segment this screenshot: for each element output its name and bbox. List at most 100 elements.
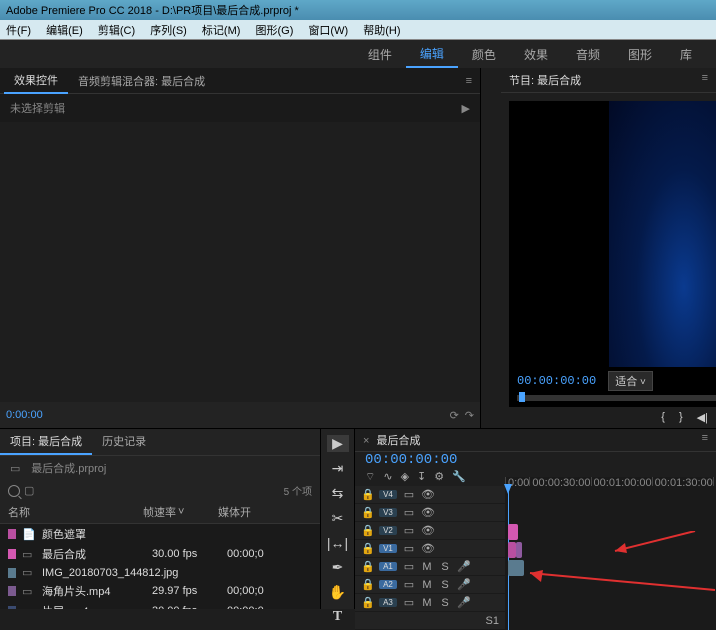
voice-over-icon[interactable]: 🎤 xyxy=(457,578,469,591)
settings-icon[interactable]: ⚙ xyxy=(434,470,444,484)
project-item-row[interactable]: ▭最后合成30.00 fps00:00;0 xyxy=(0,544,320,564)
audio-clip[interactable] xyxy=(508,560,524,576)
search-icon[interactable] xyxy=(8,485,20,497)
timeline-timecode[interactable]: 00:00:00:00 xyxy=(355,452,505,468)
voice-over-icon[interactable]: 🎤 xyxy=(457,596,469,609)
lock-icon[interactable]: 🔒 xyxy=(361,524,373,537)
lock-icon[interactable]: 🔒 xyxy=(361,560,373,573)
col-framerate[interactable]: 帧速率˅ xyxy=(143,504,218,520)
link-icon[interactable]: ∿ xyxy=(383,470,392,484)
sync-lock-icon[interactable]: ▭ xyxy=(403,488,415,501)
program-scrubber[interactable] xyxy=(517,395,716,401)
col-name[interactable]: 名称 xyxy=(8,504,143,520)
color-label[interactable] xyxy=(8,529,16,539)
program-tab[interactable]: 节目: 最后合成 xyxy=(509,75,581,87)
mute-icon[interactable]: M xyxy=(421,597,433,609)
track-badge[interactable]: V2 xyxy=(379,526,397,535)
pen-tool-icon[interactable]: ✒ xyxy=(327,559,349,576)
sync-lock-icon[interactable]: ▭ xyxy=(403,578,415,591)
col-media-start[interactable]: 媒体开 xyxy=(218,504,312,520)
sync-lock-icon[interactable]: ▭ xyxy=(403,506,415,519)
eye-icon[interactable]: 👁 xyxy=(421,488,433,501)
video-clip[interactable] xyxy=(508,524,518,540)
workspace-graphics[interactable]: 图形 xyxy=(614,42,666,67)
menu-window[interactable]: 窗口(W) xyxy=(302,20,354,40)
video-clip[interactable] xyxy=(516,542,522,558)
mute-icon[interactable]: M xyxy=(421,579,433,591)
effect-controls-body[interactable] xyxy=(0,122,480,402)
footer-timecode[interactable]: 0:00:00 xyxy=(6,409,43,421)
eye-icon[interactable]: 👁 xyxy=(421,524,433,537)
track-badge[interactable]: A1 xyxy=(379,562,397,571)
playhead-marker[interactable] xyxy=(519,392,525,402)
voice-over-icon[interactable]: 🎤 xyxy=(457,560,469,573)
snap-icon[interactable]: ⌔ xyxy=(365,470,375,484)
workspace-color[interactable]: 颜色 xyxy=(458,42,510,67)
tab-history[interactable]: 历史记录 xyxy=(92,429,156,455)
audio-track-header[interactable]: 🔒 A2 ▭ MS 🎤 xyxy=(355,576,505,594)
video-clip[interactable] xyxy=(508,542,516,558)
solo-icon[interactable]: S xyxy=(439,579,451,591)
filter-bin-icon[interactable]: ▢ xyxy=(24,484,34,497)
menu-clip[interactable]: 剪辑(C) xyxy=(92,20,141,40)
menu-file[interactable]: 件(F) xyxy=(0,20,37,40)
video-track-header[interactable]: 🔒V4▭👁 xyxy=(355,486,505,504)
program-video-view[interactable]: 00:00:00:00 适合 ˅ xyxy=(509,101,716,407)
sequence-tab[interactable]: 最后合成 xyxy=(377,435,421,447)
eye-icon[interactable]: 👁 xyxy=(421,506,433,519)
timeline-playhead[interactable] xyxy=(508,486,509,630)
tab-audio-clip-mixer[interactable]: 音频剪辑混合器: 最后合成 xyxy=(68,69,215,93)
lock-icon[interactable]: 🔒 xyxy=(361,578,373,591)
program-timecode[interactable]: 00:00:00:00 xyxy=(517,374,596,388)
workspace-audio[interactable]: 音频 xyxy=(562,42,614,67)
track-badge[interactable]: A2 xyxy=(379,580,397,589)
timeline-content[interactable] xyxy=(505,486,716,630)
track-badge[interactable]: A3 xyxy=(379,598,397,607)
go-icon[interactable]: ↷ xyxy=(465,409,474,422)
lock-icon[interactable]: 🔒 xyxy=(361,596,373,609)
sync-lock-icon[interactable]: ▭ xyxy=(403,560,415,573)
lock-icon[interactable]: 🔒 xyxy=(361,488,373,501)
tab-effect-controls[interactable]: 效果控件 xyxy=(4,68,68,94)
type-tool-icon[interactable]: T xyxy=(327,609,349,625)
sync-lock-icon[interactable]: ▭ xyxy=(403,596,415,609)
solo-icon[interactable]: S xyxy=(439,561,451,573)
project-item-row[interactable]: ▭海角片头.mp429.97 fps00;00;0 xyxy=(0,581,320,601)
wrench-icon[interactable]: 🔧 xyxy=(452,470,466,484)
hand-tool-icon[interactable]: ✋ xyxy=(327,584,349,601)
menu-help[interactable]: 帮助(H) xyxy=(357,20,406,40)
menu-sequence[interactable]: 序列(S) xyxy=(144,20,193,40)
step-back-icon[interactable]: ◀| xyxy=(697,411,708,424)
razor-tool-icon[interactable]: ✂ xyxy=(327,510,349,527)
expand-arrow-icon[interactable]: ▶ xyxy=(462,102,470,115)
video-track-header[interactable]: 🔒V3▭👁 xyxy=(355,504,505,522)
project-item-row[interactable]: 📄颜色遮罩 xyxy=(0,524,320,544)
tab-project[interactable]: 项目: 最后合成 xyxy=(0,429,92,455)
subtitle-track-header[interactable]: S1 xyxy=(355,612,505,630)
eye-icon[interactable]: 👁 xyxy=(421,542,433,555)
slip-tool-icon[interactable]: |↔| xyxy=(327,535,349,551)
workspace-assembly[interactable]: 组件 xyxy=(354,42,406,67)
color-label[interactable] xyxy=(8,549,16,559)
lock-icon[interactable]: 🔒 xyxy=(361,506,373,519)
project-item-row[interactable]: ▭片尾.mp430.00 fps00:00:0 xyxy=(0,601,320,609)
track-badge[interactable]: V1 xyxy=(379,544,397,553)
sync-lock-icon[interactable]: ▭ xyxy=(403,542,415,555)
menu-edit[interactable]: 编辑(E) xyxy=(40,20,89,40)
marker-icon[interactable]: ◈ xyxy=(401,470,409,484)
mark-in-icon[interactable]: { xyxy=(661,411,665,424)
timeline-panel-menu-icon[interactable]: ≡ xyxy=(702,432,708,444)
track-select-tool-icon[interactable]: ⇥ xyxy=(327,460,349,477)
sort-arrow-icon[interactable]: ˅ xyxy=(178,506,184,518)
video-track-header[interactable]: 🔒V2▭👁 xyxy=(355,522,505,540)
workspace-editing[interactable]: 编辑 xyxy=(406,41,458,68)
workspace-effects[interactable]: 效果 xyxy=(510,42,562,67)
program-panel-menu-icon[interactable]: ≡ xyxy=(702,72,708,84)
loop-icon[interactable]: ⟳ xyxy=(450,409,459,422)
mute-icon[interactable]: M xyxy=(421,561,433,573)
solo-icon[interactable]: S xyxy=(439,597,451,609)
selection-tool-icon[interactable]: ▶ xyxy=(327,435,349,452)
fit-dropdown[interactable]: 适合 ˅ xyxy=(608,371,653,391)
lock-icon[interactable]: 🔒 xyxy=(361,542,373,555)
project-item-row[interactable]: ▭IMG_20180703_144812.jpg xyxy=(0,564,320,581)
